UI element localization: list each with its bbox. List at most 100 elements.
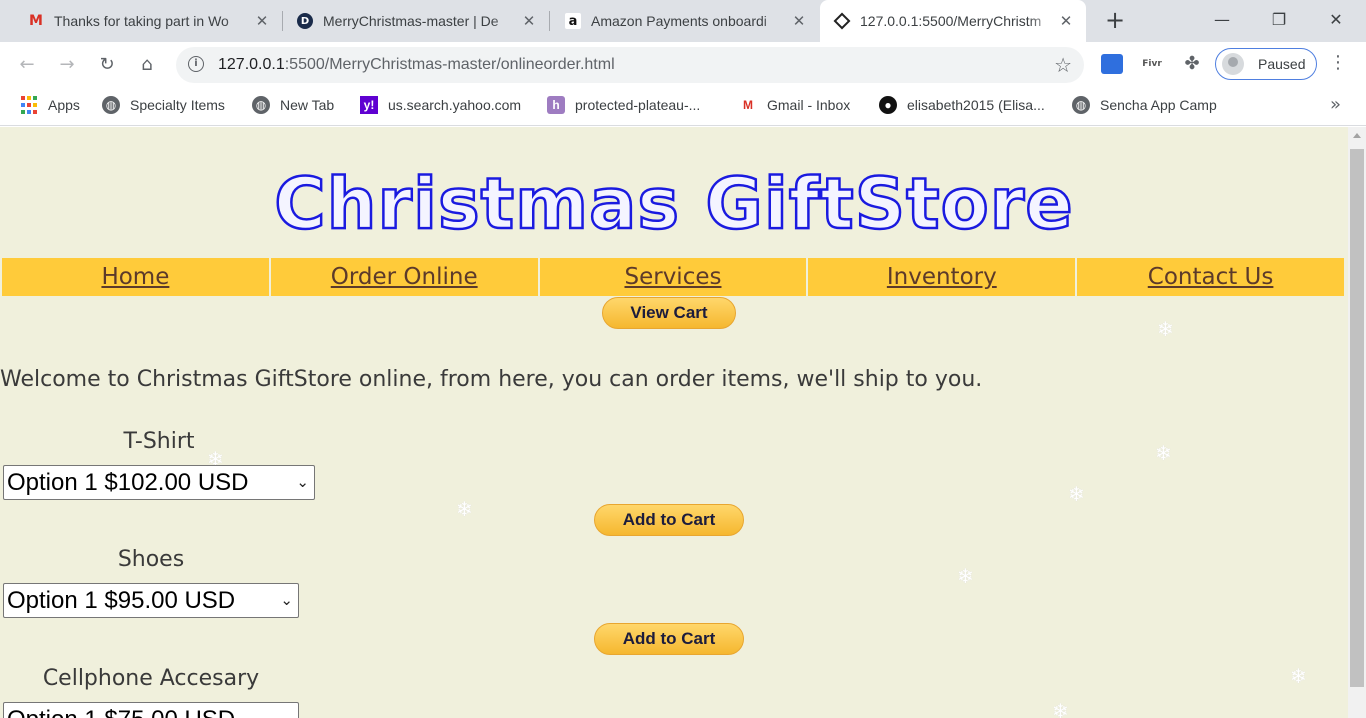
- restore-button[interactable]: ❐: [1257, 6, 1301, 34]
- globe-icon: ◍: [102, 96, 120, 114]
- new-tab-button[interactable]: +: [1101, 8, 1129, 33]
- snowflake-icon: ❄: [1157, 317, 1174, 341]
- nav-contact-us[interactable]: Contact Us: [1077, 258, 1344, 296]
- bookmark-yahoo[interactable]: y! us.search.yahoo.com: [360, 96, 521, 114]
- back-button[interactable]: ←: [13, 51, 41, 79]
- gmail-icon: M: [29, 13, 43, 29]
- close-window-button[interactable]: ✕: [1314, 6, 1358, 34]
- url-path: :5500/MerryChristmas-master/onlineorder.…: [284, 56, 615, 73]
- d-icon: D: [297, 13, 313, 29]
- welcome-text: Welcome to Christmas GiftStore online, f…: [0, 367, 983, 392]
- tab-amazon[interactable]: a Amazon Payments onboardi ✕: [551, 0, 819, 42]
- bookmark-protected-plateau[interactable]: h protected-plateau-...: [547, 96, 700, 114]
- scroll-up-arrow-icon[interactable]: [1353, 133, 1361, 138]
- forward-button[interactable]: →: [53, 51, 81, 79]
- menu-dots-icon[interactable]: ⋮: [1328, 52, 1348, 73]
- tab-title: Thanks for taking part in Wo: [54, 13, 229, 29]
- profile-button[interactable]: Paused: [1215, 48, 1317, 80]
- minimize-button[interactable]: —: [1200, 6, 1244, 34]
- bookmark-label: Gmail - Inbox: [767, 97, 851, 113]
- extension-blue-icon[interactable]: [1101, 54, 1123, 74]
- main-nav: Home Order Online Services Inventory Con…: [2, 258, 1344, 296]
- option-select-cellphone-accessory[interactable]: Option 1 $75.00 USD ⌄: [3, 702, 299, 718]
- bookmark-specialty-items[interactable]: ◍ Specialty Items: [102, 96, 225, 114]
- option-select-tshirt[interactable]: Option 1 $102.00 USD ⌄: [3, 465, 315, 500]
- tab-strip: M Thanks for taking part in Wo ✕ D Merry…: [0, 0, 1366, 42]
- bookmark-github[interactable]: ● elisabeth2015 (Elisa...: [879, 96, 1045, 114]
- view-cart-button[interactable]: View Cart: [602, 297, 736, 329]
- url-text[interactable]: 127.0.0.1:5500/MerryChristmas-master/onl…: [218, 56, 615, 74]
- tab-merrychristmas[interactable]: D MerryChristmas-master | De ✕: [283, 0, 549, 42]
- nav-order-online[interactable]: Order Online: [270, 258, 538, 296]
- avatar: [1222, 53, 1244, 75]
- bookmark-gmail[interactable]: M Gmail - Inbox: [739, 96, 850, 114]
- selected-option: Option 1 $102.00 USD: [7, 469, 249, 496]
- home-button[interactable]: ⌂: [133, 51, 161, 79]
- bookmarks-overflow-button[interactable]: »: [1330, 94, 1341, 115]
- scroll-thumb[interactable]: [1350, 149, 1364, 687]
- site-title: Christmas GiftStore: [273, 162, 1074, 247]
- codepen-icon: [833, 12, 851, 30]
- close-icon[interactable]: ✕: [791, 12, 807, 30]
- chevron-down-icon: ⌄: [280, 703, 293, 718]
- heroku-icon: h: [547, 96, 565, 114]
- product-name-tshirt: T-Shirt: [123, 429, 195, 454]
- tab-separator: [549, 11, 550, 31]
- bookmark-label: New Tab: [280, 97, 335, 113]
- snowflake-icon: ❄: [957, 564, 974, 588]
- star-icon[interactable]: ☆: [1054, 53, 1072, 77]
- product-name-cellphone-accessory: Cellphone Accesary: [42, 666, 260, 691]
- globe-icon: ◍: [1072, 96, 1090, 114]
- github-icon: ●: [879, 96, 897, 114]
- bookmark-apps[interactable]: Apps: [20, 96, 80, 114]
- tab-localhost[interactable]: 127.0.0.1:5500/MerryChristm ✕: [820, 0, 1086, 42]
- amazon-icon: a: [565, 13, 581, 29]
- browser-toolbar: ← → ↻ ⌂ i 127.0.0.1:5500/MerryChristmas-…: [0, 42, 1366, 86]
- bookmarks-bar: Apps ◍ Specialty Items ◍ New Tab y! us.s…: [0, 86, 1366, 126]
- selected-option: Option 1 $95.00 USD: [7, 587, 236, 614]
- bookmark-label: us.search.yahoo.com: [388, 97, 522, 113]
- chevron-down-icon: ⌄: [280, 592, 293, 609]
- snowflake-icon: ❄: [1052, 699, 1069, 718]
- fiverr-extension-icon[interactable]: Fivr: [1141, 54, 1163, 74]
- selected-option: Option 1 $75.00 USD: [7, 706, 235, 718]
- bookmark-sencha[interactable]: ◍ Sencha App Camp: [1072, 96, 1217, 114]
- product-name-shoes: Shoes: [117, 547, 185, 572]
- apps-grid-icon: [20, 96, 38, 114]
- close-icon[interactable]: ✕: [521, 12, 537, 30]
- page-content: ❄ ❄ ❄ ❄ ❄ ❄ ❄ ❄ Christmas GiftStore Home…: [0, 127, 1348, 718]
- tab-title: MerryChristmas-master | De: [323, 13, 499, 29]
- gmail-icon: M: [743, 98, 753, 112]
- bookmark-new-tab[interactable]: ◍ New Tab: [252, 96, 334, 114]
- tab-title: 127.0.0.1:5500/MerryChristm: [860, 13, 1042, 29]
- yahoo-icon: y!: [360, 96, 378, 114]
- reload-button[interactable]: ↻: [93, 51, 121, 79]
- profile-label: Paused: [1258, 56, 1306, 72]
- nav-services[interactable]: Services: [539, 258, 807, 296]
- snowflake-icon: ❄: [456, 497, 473, 521]
- bookmark-label: Sencha App Camp: [1100, 97, 1217, 113]
- bookmark-label: protected-plateau-...: [575, 97, 701, 113]
- add-to-cart-button-shoes[interactable]: Add to Cart: [594, 623, 744, 655]
- page-scrollbar[interactable]: [1348, 127, 1366, 718]
- snowflake-icon: ❄: [1155, 441, 1172, 465]
- tab-gmail[interactable]: M Thanks for taking part in Wo ✕: [14, 0, 282, 42]
- close-icon[interactable]: ✕: [254, 12, 270, 30]
- snowflake-icon: ❄: [1068, 482, 1085, 506]
- info-icon[interactable]: i: [188, 56, 204, 72]
- nav-inventory[interactable]: Inventory: [808, 258, 1076, 296]
- bookmark-label: Specialty Items: [130, 97, 225, 113]
- nav-home[interactable]: Home: [2, 258, 269, 296]
- url-host: 127.0.0.1: [218, 56, 285, 73]
- chevron-down-icon: ⌄: [296, 474, 309, 491]
- bookmark-label: elisabeth2015 (Elisa...: [907, 97, 1045, 113]
- address-bar[interactable]: i 127.0.0.1:5500/MerryChristmas-master/o…: [176, 47, 1084, 83]
- tab-title: Amazon Payments onboardi: [591, 13, 767, 29]
- close-icon[interactable]: ✕: [1058, 12, 1074, 30]
- bookmark-label: Apps: [48, 97, 80, 113]
- globe-icon: ◍: [252, 96, 270, 114]
- add-to-cart-button-tshirt[interactable]: Add to Cart: [594, 504, 744, 536]
- extensions-puzzle-icon[interactable]: ✤: [1181, 54, 1203, 74]
- snowflake-icon: ❄: [1290, 664, 1307, 688]
- option-select-shoes[interactable]: Option 1 $95.00 USD ⌄: [3, 583, 299, 618]
